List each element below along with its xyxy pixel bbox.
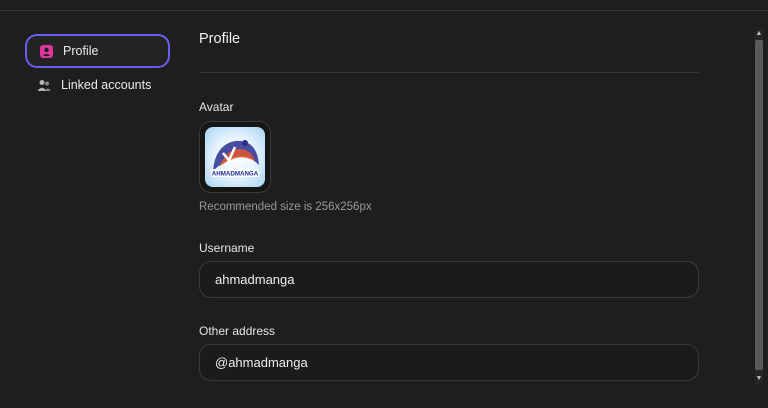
avatar-upload[interactable]: AHMADMANGA (199, 121, 271, 193)
settings-sidebar: Profile Linked accounts (25, 34, 170, 102)
scrollbar[interactable]: ▲ ▼ (754, 30, 764, 384)
avatar: AHMADMANGA (205, 127, 265, 187)
users-icon (37, 78, 51, 92)
sidebar-item-linked-accounts[interactable]: Linked accounts (25, 68, 170, 102)
divider (199, 72, 699, 73)
other-address-label: Other address (199, 324, 276, 338)
sidebar-item-label: Linked accounts (61, 78, 152, 92)
other-address-field[interactable]: @ahmadmanga (199, 344, 699, 381)
profile-panel: Profile Avatar AHMADMANGA Recommended si… (199, 0, 699, 408)
avatar-size-hint: Recommended size is 256x256px (199, 201, 372, 213)
page-title: Profile (199, 31, 241, 47)
scroll-down-icon[interactable]: ▼ (755, 375, 763, 383)
profile-icon (39, 44, 53, 58)
username-label: Username (199, 241, 255, 255)
avatar-logo-text: AHMADMANGA (212, 171, 259, 178)
sidebar-item-label: Profile (63, 44, 99, 58)
avatar-label: Avatar (199, 100, 234, 114)
sidebar-item-profile[interactable]: Profile (25, 34, 170, 68)
scroll-thumb[interactable] (755, 40, 763, 370)
other-address-value: @ahmadmanga (215, 355, 308, 370)
username-value: ahmadmanga (215, 272, 295, 287)
scroll-up-icon[interactable]: ▲ (755, 30, 763, 38)
username-field[interactable]: ahmadmanga (199, 261, 699, 298)
